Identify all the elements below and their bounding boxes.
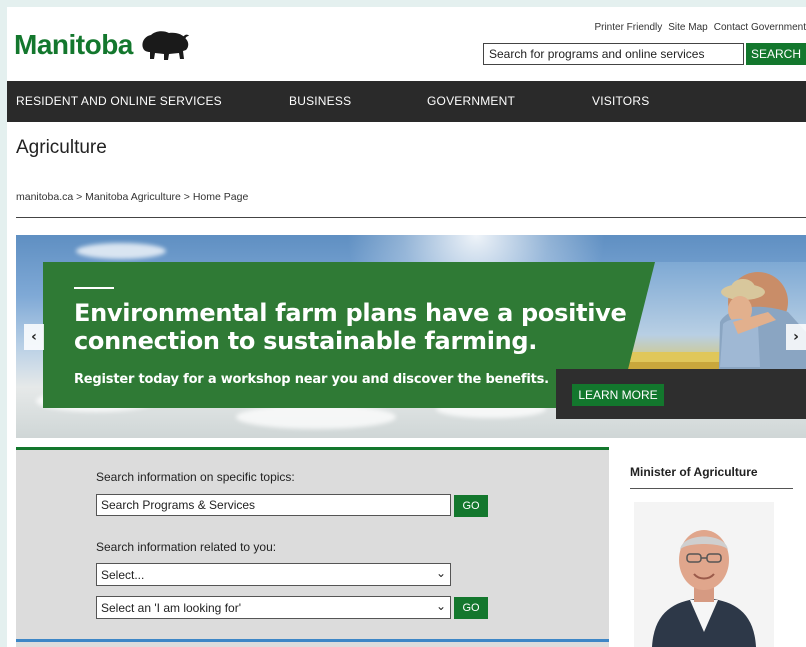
related-label: Search information related to you: [96,540,277,554]
page: Manitoba Printer Friendly Site Map Conta… [7,7,806,647]
learn-more-button[interactable]: LEARN MORE [572,384,664,406]
printer-friendly-link[interactable]: Printer Friendly [594,22,662,33]
site-map-link[interactable]: Site Map [668,22,707,33]
banner-subline: Register today for a workshop near you a… [74,372,549,387]
chevron-down-icon: ⌄ [435,599,446,613]
headline-dash [74,287,114,289]
chevron-down-icon: ⌄ [435,566,446,580]
carousel-next-button[interactable]: › [786,324,806,350]
search-button[interactable]: SEARCH [746,43,806,65]
logo-text: Manitoba [14,29,133,60]
looking-for-go-button[interactable]: GO [454,597,488,619]
minister-divider [630,488,793,489]
looking-for-select-value: Select an 'I am looking for' [101,601,241,615]
nav-item-government[interactable]: GOVERNMENT [427,81,515,122]
carousel-prev-button[interactable]: ‹ [24,324,44,350]
minister-title: Minister of Agriculture [630,465,758,479]
page-title: Agriculture [16,137,107,158]
contact-government-link[interactable]: Contact Government [714,22,806,33]
panel-accent-bar [16,639,609,642]
site-search-input[interactable]: Search for programs and online services [483,43,744,65]
banner-headline: Environmental farm plans have a positive… [74,299,627,355]
looking-for-select[interactable]: Select an 'I am looking for' ⌄ [96,596,451,619]
nav-item-business[interactable]: BUSINESS [289,81,351,122]
topics-label: Search information on specific topics: [96,470,295,484]
manitoba-logo[interactable]: Manitoba [14,25,191,65]
topics-go-button[interactable]: GO [454,495,488,517]
cloud [236,405,396,429]
breadcrumb[interactable]: manitoba.ca > Manitoba Agriculture > Hom… [16,191,248,203]
search-panel: Search information on specific topics: S… [16,447,609,647]
chevron-right-icon: › [793,329,799,345]
nav-item-resident-services[interactable]: RESIDENT AND ONLINE SERVICES [16,81,222,122]
nav-item-visitors[interactable]: VISITORS [592,81,649,122]
topics-search-input[interactable]: Search Programs & Services [96,494,451,516]
minister-photo[interactable] [634,502,774,647]
main-nav: RESIDENT AND ONLINE SERVICES BUSINESS GO… [7,81,806,122]
divider [16,217,806,218]
bison-icon [142,31,189,60]
audience-select-value: Select... [101,568,145,582]
utility-links: Printer Friendly Site Map Contact Govern… [594,22,806,33]
audience-select[interactable]: Select... ⌄ [96,563,451,586]
minister-portrait [634,502,774,647]
cloud [76,243,166,259]
banner-carousel: Environmental farm plans have a positive… [16,235,806,438]
chevron-left-icon: ‹ [31,329,37,345]
